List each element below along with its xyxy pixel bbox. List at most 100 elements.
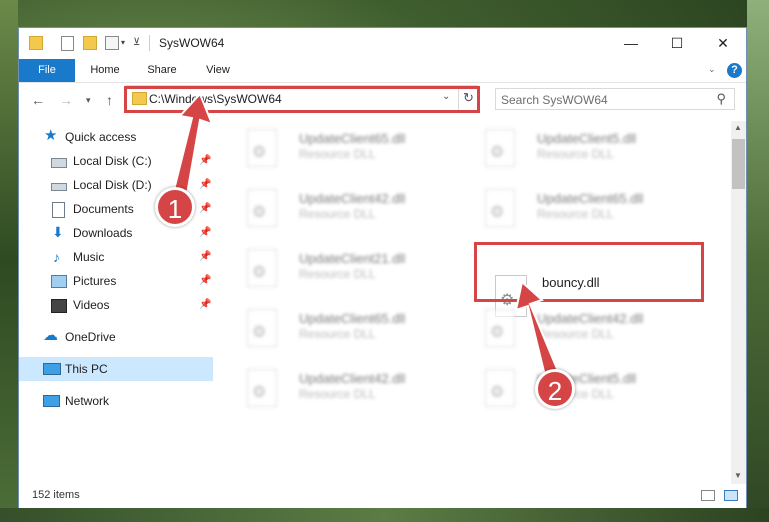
list-item[interactable]: ⚙ UpdateClient65.dll Resource DLL [475, 185, 695, 237]
sidebar-item-label: Music [73, 250, 105, 264]
pin-icon[interactable]: 📌 [199, 293, 211, 317]
list-item[interactable]: ⚙ UpdateClient42.dll Resource DLL [237, 365, 457, 417]
properties-icon[interactable] [61, 36, 74, 51]
dll-file-icon: ⚙ [247, 369, 277, 407]
ribbon: File Home Share View ⌄ ? [19, 59, 746, 83]
title-separator [149, 35, 150, 51]
search-icon[interactable]: ⚲ [716, 91, 726, 107]
sidebar-item-label: This PC [65, 362, 108, 376]
dll-file-icon: ⚙ [485, 369, 515, 407]
pin-icon[interactable]: 📌 [199, 149, 211, 173]
sidebar-item-local-disk-c[interactable]: Local Disk (C:) 📌 [19, 149, 213, 173]
scroll-up-icon[interactable]: ▲ [734, 123, 742, 132]
drive-icon [51, 183, 67, 191]
list-item[interactable]: ⚙ UpdateClient42.dll Resource DLL [237, 185, 457, 237]
search-input[interactable]: Search SysWOW64 [501, 93, 608, 107]
pin-icon[interactable]: 📌 [199, 269, 211, 293]
file-name: UpdateClient42.dll [299, 191, 406, 206]
desktop-background-right [747, 0, 769, 522]
dll-file-icon: ⚙ [247, 309, 277, 347]
drive-icon [51, 158, 67, 168]
file-type: Resource DLL [299, 267, 376, 281]
file-type: Resource DLL [299, 207, 376, 221]
sidebar-item-this-pc[interactable]: This PC [19, 357, 213, 381]
details-view-icon[interactable] [701, 490, 715, 501]
sidebar-item-videos[interactable]: Videos 📌 [19, 293, 213, 317]
star-icon: ★ [44, 127, 58, 144]
dll-file-icon: ⚙ [485, 309, 515, 347]
chevron-down-icon[interactable]: ▾ [121, 38, 125, 47]
pictures-icon [51, 275, 67, 288]
tab-view[interactable]: View [193, 59, 243, 82]
window-title: SysWOW64 [159, 36, 225, 50]
minimize-button[interactable]: — [608, 28, 654, 58]
maximize-button[interactable]: ☐ [654, 28, 700, 58]
dll-file-icon: ⚙ [485, 129, 515, 167]
downloads-icon: ⬇ [52, 224, 64, 240]
file-type: Resource DLL [299, 327, 376, 341]
navigation-pane: ★ Quick access Local Disk (C:) 📌 Local D… [19, 121, 213, 481]
sidebar-item-label: Documents [73, 202, 134, 216]
desktop-background-left [0, 0, 18, 522]
up-arrow-icon[interactable]: ↑ [106, 92, 113, 108]
tab-home[interactable]: Home [79, 59, 131, 82]
new-folder-icon[interactable] [83, 36, 97, 50]
sidebar-item-label: Local Disk (D:) [73, 178, 152, 192]
pin-icon[interactable]: 📌 [199, 221, 211, 245]
forward-arrow-icon[interactable]: → [59, 92, 73, 108]
tab-share[interactable]: Share [137, 59, 187, 82]
file-name: UpdateClient42.dll [537, 311, 644, 326]
back-arrow-icon[interactable]: ← [31, 92, 45, 108]
step-1-badge: 1 [155, 187, 195, 227]
pin-icon[interactable]: 📌 [199, 197, 211, 221]
help-icon[interactable]: ? [727, 63, 742, 78]
sidebar-item-network[interactable]: Network [19, 389, 213, 413]
list-item[interactable]: ⚙ UpdateClient65.dll Resource DLL [237, 125, 457, 177]
sidebar-item-music[interactable]: ♪ Music 📌 [19, 245, 213, 269]
customize-toolbar-icon[interactable] [105, 36, 119, 50]
scroll-down-icon[interactable]: ▼ [734, 471, 742, 480]
sidebar-item-label: Downloads [73, 226, 133, 240]
file-highlight [474, 242, 704, 302]
list-item[interactable]: ⚙ UpdateClient5.dll Resource DLL [475, 125, 695, 177]
close-button[interactable]: ✕ [700, 28, 746, 58]
list-item[interactable]: ⚙ UpdateClient65.dll Resource DLL [237, 305, 457, 357]
file-type: Resource DLL [537, 207, 614, 221]
sidebar-item-label: Quick access [65, 130, 137, 144]
file-name: UpdateClient65.dll [299, 311, 406, 326]
title-bar: ▾ ⊻ SysWOW64 — ☐ ✕ [19, 28, 746, 59]
network-icon [43, 395, 60, 407]
sidebar-item-label: Videos [73, 298, 110, 312]
vertical-scrollbar[interactable]: ▲ ▼ [731, 121, 746, 484]
pin-icon[interactable]: 📌 [199, 173, 211, 197]
step-2-badge: 2 [535, 369, 575, 409]
folder-icon [29, 36, 43, 50]
scroll-thumb[interactable] [732, 139, 745, 189]
address-bar-highlight [124, 86, 480, 113]
file-name: UpdateClient65.dll [299, 131, 406, 146]
file-name: UpdateClient65.dll [537, 191, 644, 206]
list-item[interactable]: ⚙ UpdateClient21.dll Resource DLL [237, 245, 457, 297]
list-item[interactable]: ⚙ UpdateClient42.dll Resource DLL [475, 305, 695, 357]
file-type: Resource DLL [537, 327, 614, 341]
documents-icon [52, 202, 65, 218]
list-item[interactable]: ⚙ UpdateClient5.dll Resource DLL [475, 365, 695, 417]
recent-locations-icon[interactable]: ▾ [86, 95, 91, 106]
sidebar-item-pictures[interactable]: Pictures 📌 [19, 269, 213, 293]
dll-file-icon: ⚙ [247, 249, 277, 287]
tab-file[interactable]: File [19, 59, 75, 82]
file-name: UpdateClient42.dll [299, 371, 406, 386]
expand-ribbon-icon[interactable]: ⌄ [708, 64, 716, 75]
videos-icon [51, 299, 67, 313]
file-type: Resource DLL [299, 387, 376, 401]
large-icons-view-icon[interactable] [724, 490, 738, 501]
dll-file-icon: ⚙ [247, 189, 277, 227]
file-type: Resource DLL [537, 147, 614, 161]
item-count: 152 items [32, 489, 80, 501]
search-box[interactable]: Search SysWOW64 ⚲ [495, 88, 735, 110]
sidebar-item-onedrive[interactable]: ☁ OneDrive [19, 325, 213, 349]
pin-icon[interactable]: 📌 [199, 245, 211, 269]
sidebar-item-quick-access[interactable]: ★ Quick access [19, 125, 213, 149]
sidebar-item-label: Network [65, 394, 110, 408]
dropdown-icon[interactable]: ⊻ [133, 37, 140, 48]
